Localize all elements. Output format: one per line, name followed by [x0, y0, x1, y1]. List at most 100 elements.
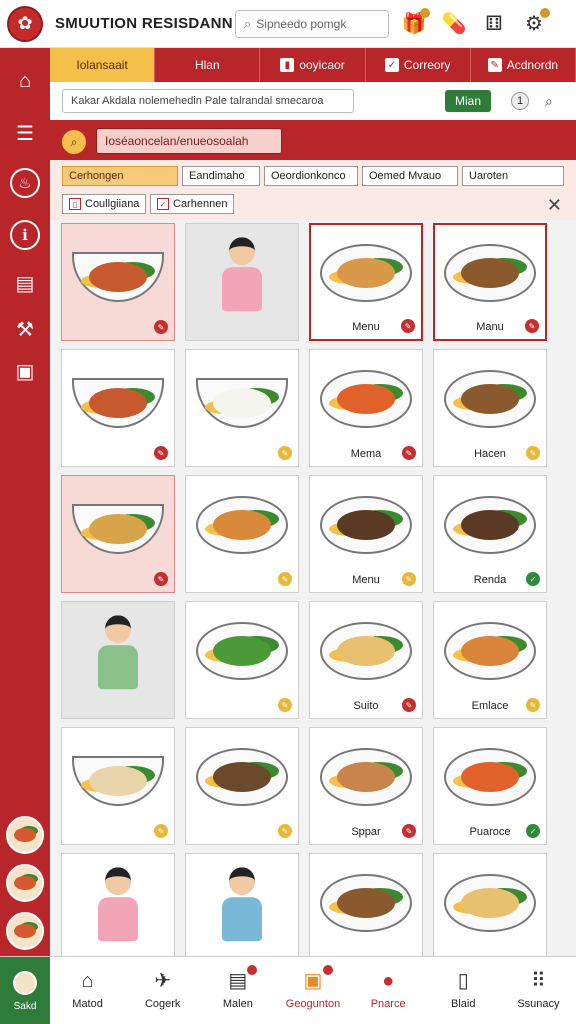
- tab-hlan[interactable]: Hlan: [155, 48, 261, 82]
- nav-item-matod[interactable]: ⌂ Matod: [50, 957, 125, 1024]
- dish-card[interactable]: Mema ✎: [309, 349, 423, 467]
- home-icon[interactable]: ⌂: [10, 66, 40, 96]
- sidebar-dish-thumb[interactable]: [6, 816, 44, 854]
- food-icon: [461, 761, 519, 792]
- status-icon: ✎: [278, 824, 292, 838]
- dish-card[interactable]: Suito ✎: [309, 601, 423, 719]
- tab-label: ooyicaor: [299, 58, 345, 72]
- close-icon[interactable]: ✕: [547, 195, 562, 216]
- dice-icon[interactable]: ⚅: [481, 11, 507, 37]
- dish-card[interactable]: Puaroce ✓: [433, 727, 547, 845]
- nav-label: Cogerk: [144, 998, 181, 1010]
- pill-icon[interactable]: 💊: [441, 11, 467, 37]
- document-icon[interactable]: ▤: [10, 268, 40, 298]
- dish-card[interactable]: Menu ✎: [309, 475, 423, 593]
- nav-item-malen[interactable]: ▤ Malen: [200, 957, 275, 1024]
- plate-icon: [320, 747, 412, 806]
- food-icon: [337, 257, 395, 288]
- notification-dot: [322, 965, 333, 975]
- filter-chip[interactable]: ✓ Carhennen: [150, 194, 235, 214]
- tab-acdnordn[interactable]: ✎ Acdnordn: [471, 48, 576, 82]
- dish-card[interactable]: ✎: [61, 475, 175, 593]
- dish-card[interactable]: Hacen ✎: [433, 349, 547, 467]
- nav-item-geogunton[interactable]: ▣ Geogunton: [275, 957, 350, 1024]
- status-icon: ✎: [526, 446, 540, 460]
- dish-card[interactable]: [61, 853, 175, 971]
- address-field[interactable]: Kakar Akdala nolemehedin Pale talrandal …: [62, 89, 354, 113]
- filter-chip[interactable]: Oemed Mvauo: [362, 166, 458, 186]
- food-icon: [213, 509, 271, 540]
- search-placeholder: Sipneedo pomgk: [256, 16, 347, 31]
- plate-icon: [196, 621, 288, 680]
- dish-card[interactable]: ✎: [61, 727, 175, 845]
- bowl-icon: [72, 756, 164, 807]
- dish-card[interactable]: Sppar ✎: [309, 727, 423, 845]
- tab-correory[interactable]: ✓ Correory: [366, 48, 471, 82]
- list-icon[interactable]: ☰: [10, 118, 40, 148]
- search-icon[interactable]: ⌕: [545, 93, 553, 110]
- flame-icon[interactable]: ♨: [10, 168, 40, 198]
- salad-icon: [13, 970, 37, 995]
- plate-icon: [320, 873, 412, 932]
- plate-icon: [444, 369, 536, 428]
- nav-item-blaid[interactable]: ▯ Blaid: [426, 957, 501, 1024]
- dish-card[interactable]: ✎: [185, 475, 299, 593]
- nav-label: Ssunacy: [517, 998, 560, 1010]
- sidebar-dish-thumb[interactable]: [6, 912, 44, 950]
- dish-card[interactable]: Renda ✓: [433, 475, 547, 593]
- food-icon: [337, 383, 395, 414]
- food-icon: [89, 514, 147, 545]
- gear-icon[interactable]: ⚙: [521, 7, 550, 37]
- query-field[interactable]: Ioséaoncelan/enueosoalah: [96, 128, 282, 154]
- plate-icon: [320, 369, 412, 428]
- nav-item-pnarce[interactable]: ● Pnarce: [351, 957, 426, 1024]
- dish-card[interactable]: [185, 853, 299, 971]
- dish-card[interactable]: Emlace ✎: [433, 601, 547, 719]
- status-icon: ✎: [525, 319, 539, 333]
- chip-label: Carhennen: [173, 198, 228, 210]
- tab-iolansaait[interactable]: Iolansaait: [50, 48, 156, 82]
- search-icon[interactable]: ⌕: [62, 130, 86, 154]
- dish-card[interactable]: ✎: [61, 349, 175, 467]
- food-icon: [89, 262, 147, 293]
- dish-card[interactable]: [185, 223, 299, 341]
- image-icon[interactable]: ▣: [10, 356, 40, 386]
- filter-chip[interactable]: Oeordionkonco: [264, 166, 358, 186]
- info-icon[interactable]: ℹ: [10, 220, 40, 250]
- filter-chip[interactable]: Eandimaho: [182, 166, 260, 186]
- dish-card[interactable]: Menu ✎: [309, 223, 423, 341]
- dish-card[interactable]: ✎: [61, 223, 175, 341]
- dish-card[interactable]: [433, 853, 547, 971]
- dish-card[interactable]: Manu ✎: [433, 223, 547, 341]
- food-icon: [337, 635, 395, 666]
- sidebar-dish-thumb[interactable]: [6, 864, 44, 902]
- nav-item-cogerk[interactable]: ✈ Cogerk: [125, 957, 200, 1024]
- dish-card[interactable]: ✎: [185, 727, 299, 845]
- plate-icon: [444, 747, 536, 806]
- filter-chip[interactable]: Uaroten: [462, 166, 564, 186]
- nav-item-sakd[interactable]: Sakd: [0, 957, 50, 1024]
- checklist-icon: ✓: [384, 58, 399, 72]
- filter-chip[interactable]: Cerhongen: [62, 166, 178, 186]
- app-logo[interactable]: ✿: [7, 5, 43, 42]
- dish-card[interactable]: [309, 853, 423, 971]
- search-input[interactable]: ⌕ Sipneedo pomgk: [235, 9, 389, 38]
- filter-chip[interactable]: ▯ Coullgiiana: [62, 194, 147, 214]
- check-icon: ✓: [526, 824, 540, 838]
- nav-label: Malen: [222, 998, 253, 1010]
- status-icon: ✎: [402, 698, 416, 712]
- tools-icon[interactable]: ⚒: [10, 314, 40, 344]
- app-title: SMUUTION RESISDANN: [55, 15, 233, 32]
- dish-card[interactable]: [61, 601, 175, 719]
- main-button[interactable]: Mian: [445, 90, 491, 112]
- nav-item-ssunacy[interactable]: ⠿ Ssunacy: [501, 957, 576, 1024]
- tab-ooyicaor[interactable]: ▮ ooyicaor: [260, 48, 366, 82]
- dish-card[interactable]: ✎: [185, 601, 299, 719]
- dish-card[interactable]: ✎: [185, 349, 299, 467]
- status-icon: ✎: [154, 320, 168, 334]
- gift-icon[interactable]: 🎁: [401, 7, 430, 37]
- bowl-icon: [196, 378, 288, 429]
- status-icon: ✎: [278, 698, 292, 712]
- layout-icon: ▯: [69, 198, 81, 210]
- search-icon: ⌕: [244, 15, 252, 31]
